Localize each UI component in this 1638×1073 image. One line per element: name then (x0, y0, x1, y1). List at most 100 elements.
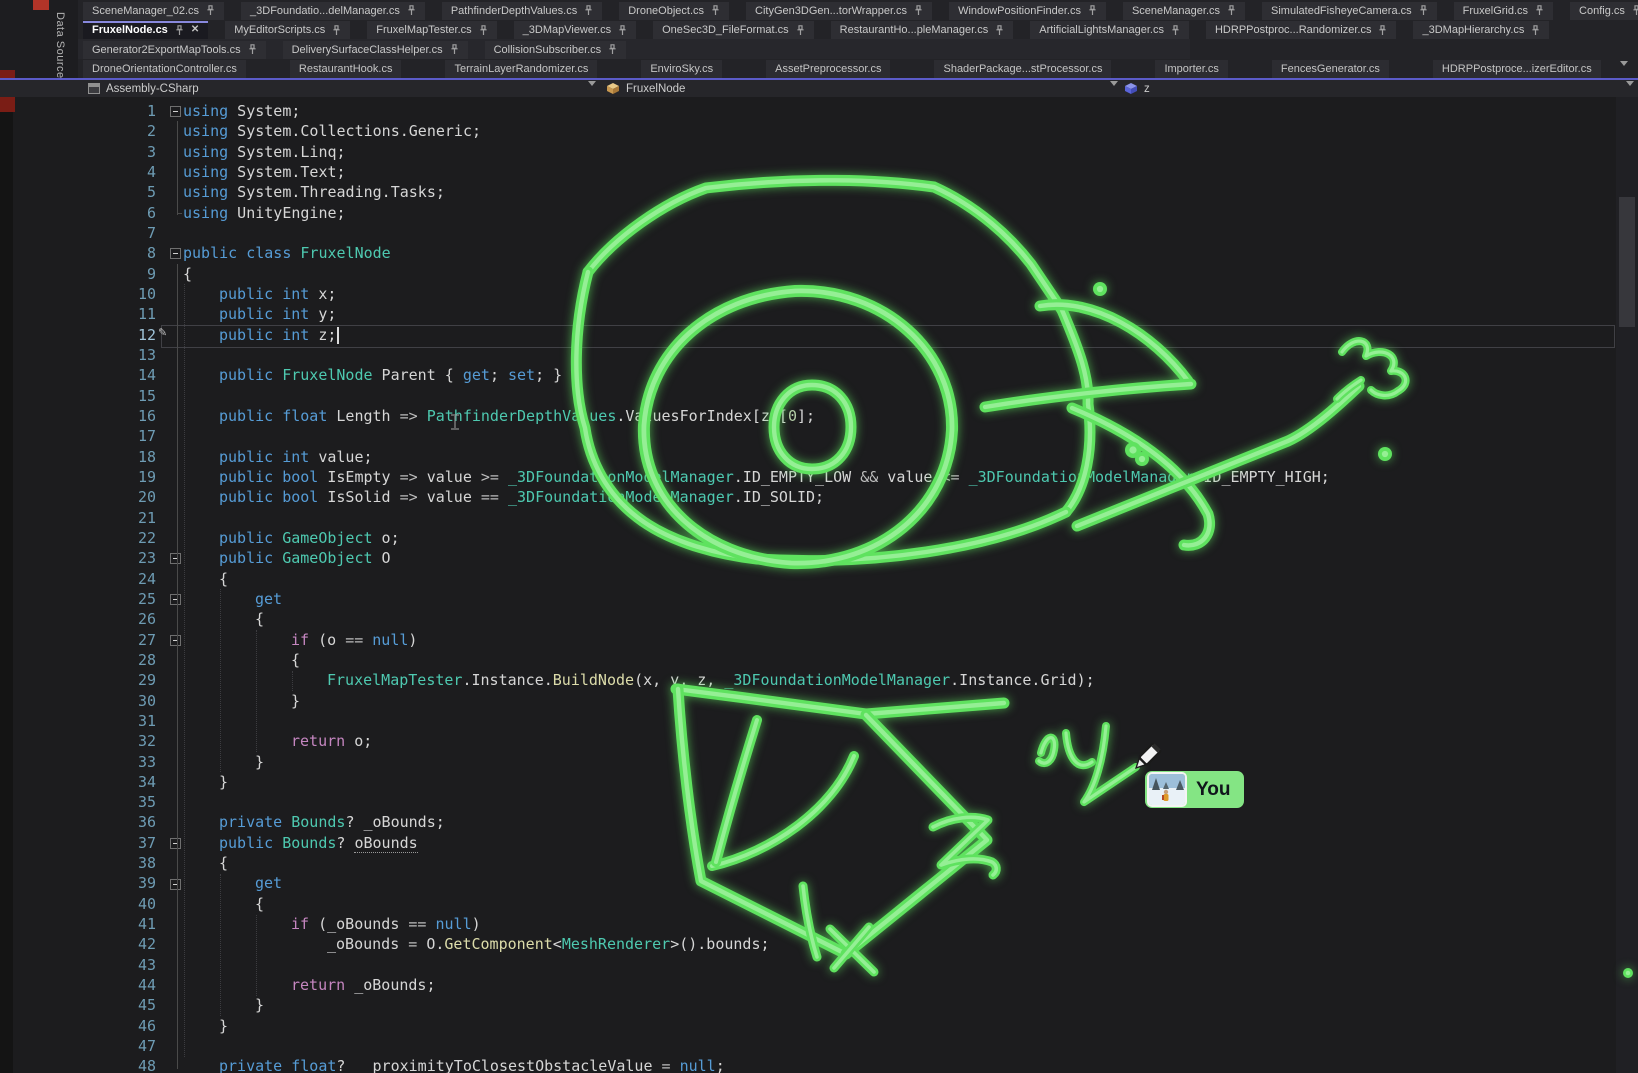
pin-icon[interactable] (1171, 25, 1180, 36)
code-line-6[interactable]: 6using UnityEngine; (0, 203, 1638, 223)
code-line-44[interactable]: 44return _oBounds; (0, 975, 1638, 995)
code-line-47[interactable]: 47 (0, 1036, 1638, 1056)
code-line-33[interactable]: 33} (0, 752, 1638, 772)
code-line-3[interactable]: 3using System.Linq; (0, 142, 1638, 162)
tab-pathfinderdepthvalues-cs[interactable]: PathfinderDepthValues.cs (442, 2, 602, 20)
pin-icon[interactable] (796, 25, 805, 36)
tab-fencesgenerator-cs[interactable]: FencesGenerator.cs (1272, 60, 1389, 78)
code-line-42[interactable]: 42_oBounds = O.GetComponent<MeshRenderer… (0, 934, 1638, 954)
code-line-48[interactable]: 48private float? _proximityToClosestObst… (0, 1056, 1638, 1073)
type-dropdown-chevron-icon[interactable] (1110, 86, 1118, 98)
tab-fruxelgrid-cs[interactable]: FruxelGrid.cs (1454, 2, 1553, 20)
tab-restauranthook-cs[interactable]: RestaurantHook.cs (290, 60, 402, 78)
tab-droneobject-cs[interactable]: DroneObject.cs (619, 2, 729, 20)
tab-artificiallightsmanager-cs[interactable]: ArtificialLightsManager.cs (1030, 21, 1189, 39)
fold-collapse-box[interactable] (170, 635, 181, 646)
pin-icon[interactable] (995, 25, 1004, 36)
code-line-8[interactable]: 8public class FruxelNode (0, 243, 1638, 263)
tab-deliverysurfaceclasshelper-cs[interactable]: DeliverySurfaceClassHelper.cs (283, 41, 468, 59)
tab-assetpreprocessor-cs[interactable]: AssetPreprocessor.cs (766, 60, 890, 78)
code-line-18[interactable]: 18public int value; (0, 447, 1638, 467)
tab-config-cs[interactable]: Config.cs (1570, 2, 1638, 20)
type-dropdown[interactable]: FruxelNode (606, 80, 685, 97)
code-line-29[interactable]: 29FruxelMapTester.Instance.BuildNode(x, … (0, 670, 1638, 690)
vertical-scrollbar[interactable] (1616, 97, 1638, 1073)
code-line-5[interactable]: 5using System.Threading.Tasks; (0, 182, 1638, 202)
code-line-40[interactable]: 40{ (0, 894, 1638, 914)
code-line-7[interactable]: 7 (0, 223, 1638, 243)
code-line-13[interactable]: 13 (0, 345, 1638, 365)
code-line-20[interactable]: 20public bool IsSolid => value == _3DFou… (0, 487, 1638, 507)
tab-fruxelnode-cs[interactable]: FruxelNode.cs✕ (83, 21, 208, 39)
pin-icon[interactable] (914, 5, 923, 16)
pin-icon[interactable] (584, 5, 593, 16)
tab-restaurantho-plemanager-cs[interactable]: RestaurantHo...pleManager.cs (831, 21, 1014, 39)
tab-envirosky-cs[interactable]: EnviroSky.cs (641, 60, 722, 78)
close-icon[interactable]: ✕ (191, 25, 199, 35)
tab-importer-cs[interactable]: Importer.cs (1155, 60, 1227, 78)
code-line-25[interactable]: 25get (0, 589, 1638, 609)
tab-hdrppostproc-randomizer-cs[interactable]: HDRPPostproc...Randomizer.cs (1206, 21, 1397, 39)
pin-icon[interactable] (450, 44, 459, 55)
code-line-12[interactable]: 12public int z; (0, 325, 1638, 345)
code-line-22[interactable]: 22public GameObject o; (0, 528, 1638, 548)
code-line-31[interactable]: 31 (0, 711, 1638, 731)
project-dropdown[interactable]: Assembly-CSharp (88, 80, 199, 97)
pin-icon[interactable] (1419, 5, 1428, 16)
member-dropdown[interactable]: z (1124, 80, 1150, 97)
code-line-41[interactable]: 41if (_oBounds == null) (0, 914, 1638, 934)
code-line-1[interactable]: 1using System; (0, 101, 1638, 121)
pin-icon[interactable] (618, 25, 627, 36)
pin-icon[interactable] (711, 5, 720, 16)
tab-myeditorscripts-cs[interactable]: MyEditorScripts.cs (225, 21, 350, 39)
code-line-30[interactable]: 30} (0, 691, 1638, 711)
fold-collapse-box[interactable] (170, 594, 181, 605)
code-line-16[interactable]: 16public float Length => PathfinderDepth… (0, 406, 1638, 426)
fold-collapse-box[interactable] (170, 838, 181, 849)
fold-collapse-box[interactable] (170, 106, 181, 117)
tab-scenemanager-02-cs[interactable]: SceneManager_02.cs (83, 2, 224, 20)
tab--3dfoundatio-delmanager-cs[interactable]: _3DFoundatio...delManager.cs (241, 2, 425, 20)
tab-collisionsubscriber-cs[interactable]: CollisionSubscriber.cs (485, 41, 627, 59)
tab-onesec3d-fileformat-cs[interactable]: OneSec3D_FileFormat.cs (653, 21, 814, 39)
pin-icon[interactable] (1535, 5, 1544, 16)
tab-citygen3dgen-torwrapper-cs[interactable]: CityGen3DGen...torWrapper.cs (746, 2, 932, 20)
pin-icon[interactable] (1531, 25, 1540, 36)
code-line-11[interactable]: 11public int y; (0, 304, 1638, 324)
pin-icon[interactable] (407, 5, 416, 16)
code-line-27[interactable]: 27if (o == null) (0, 630, 1638, 650)
code-line-10[interactable]: 10public int x; (0, 284, 1638, 304)
fold-collapse-box[interactable] (170, 553, 181, 564)
code-line-24[interactable]: 24{ (0, 569, 1638, 589)
fold-collapse-box[interactable] (170, 248, 181, 259)
code-line-2[interactable]: 2using System.Collections.Generic; (0, 121, 1638, 141)
pin-icon[interactable] (1632, 5, 1638, 16)
tab-shaderpackage-stprocessor-cs[interactable]: ShaderPackage...stProcessor.cs (934, 60, 1111, 78)
code-line-21[interactable]: 21 (0, 508, 1638, 528)
pin-icon[interactable] (479, 25, 488, 36)
code-line-23[interactable]: 23public GameObject O (0, 548, 1638, 568)
code-line-4[interactable]: 4using System.Text; (0, 162, 1638, 182)
code-line-43[interactable]: 43 (0, 955, 1638, 975)
code-area[interactable]: 1using System;2using System.Collections.… (0, 101, 1638, 1073)
code-line-26[interactable]: 26{ (0, 609, 1638, 629)
code-line-34[interactable]: 34} (0, 772, 1638, 792)
code-line-37[interactable]: 37public Bounds? oBounds (0, 833, 1638, 853)
code-line-14[interactable]: 14public FruxelNode Parent { get; set; } (0, 365, 1638, 385)
code-line-39[interactable]: 39get (0, 873, 1638, 893)
fold-collapse-box[interactable] (170, 879, 181, 890)
code-line-17[interactable]: 17 (0, 426, 1638, 446)
project-dropdown-chevron-icon[interactable] (588, 86, 596, 98)
pin-icon[interactable] (206, 5, 215, 16)
code-line-15[interactable]: 15 (0, 386, 1638, 406)
pin-icon[interactable] (1227, 5, 1236, 16)
pin-icon[interactable] (248, 44, 257, 55)
tab-hdrppostproce-izereditor-cs[interactable]: HDRPPostproce...izerEditor.cs (1433, 60, 1601, 78)
tab-droneorientationcontroller-cs[interactable]: DroneOrientationController.cs (83, 60, 246, 78)
code-line-35[interactable]: 35 (0, 792, 1638, 812)
code-line-32[interactable]: 32return o; (0, 731, 1638, 751)
tab-windowpositionfinder-cs[interactable]: WindowPositionFinder.cs (949, 2, 1106, 20)
code-line-38[interactable]: 38{ (0, 853, 1638, 873)
code-line-46[interactable]: 46} (0, 1016, 1638, 1036)
tab-fruxelmaptester-cs[interactable]: FruxelMapTester.cs (367, 21, 496, 39)
